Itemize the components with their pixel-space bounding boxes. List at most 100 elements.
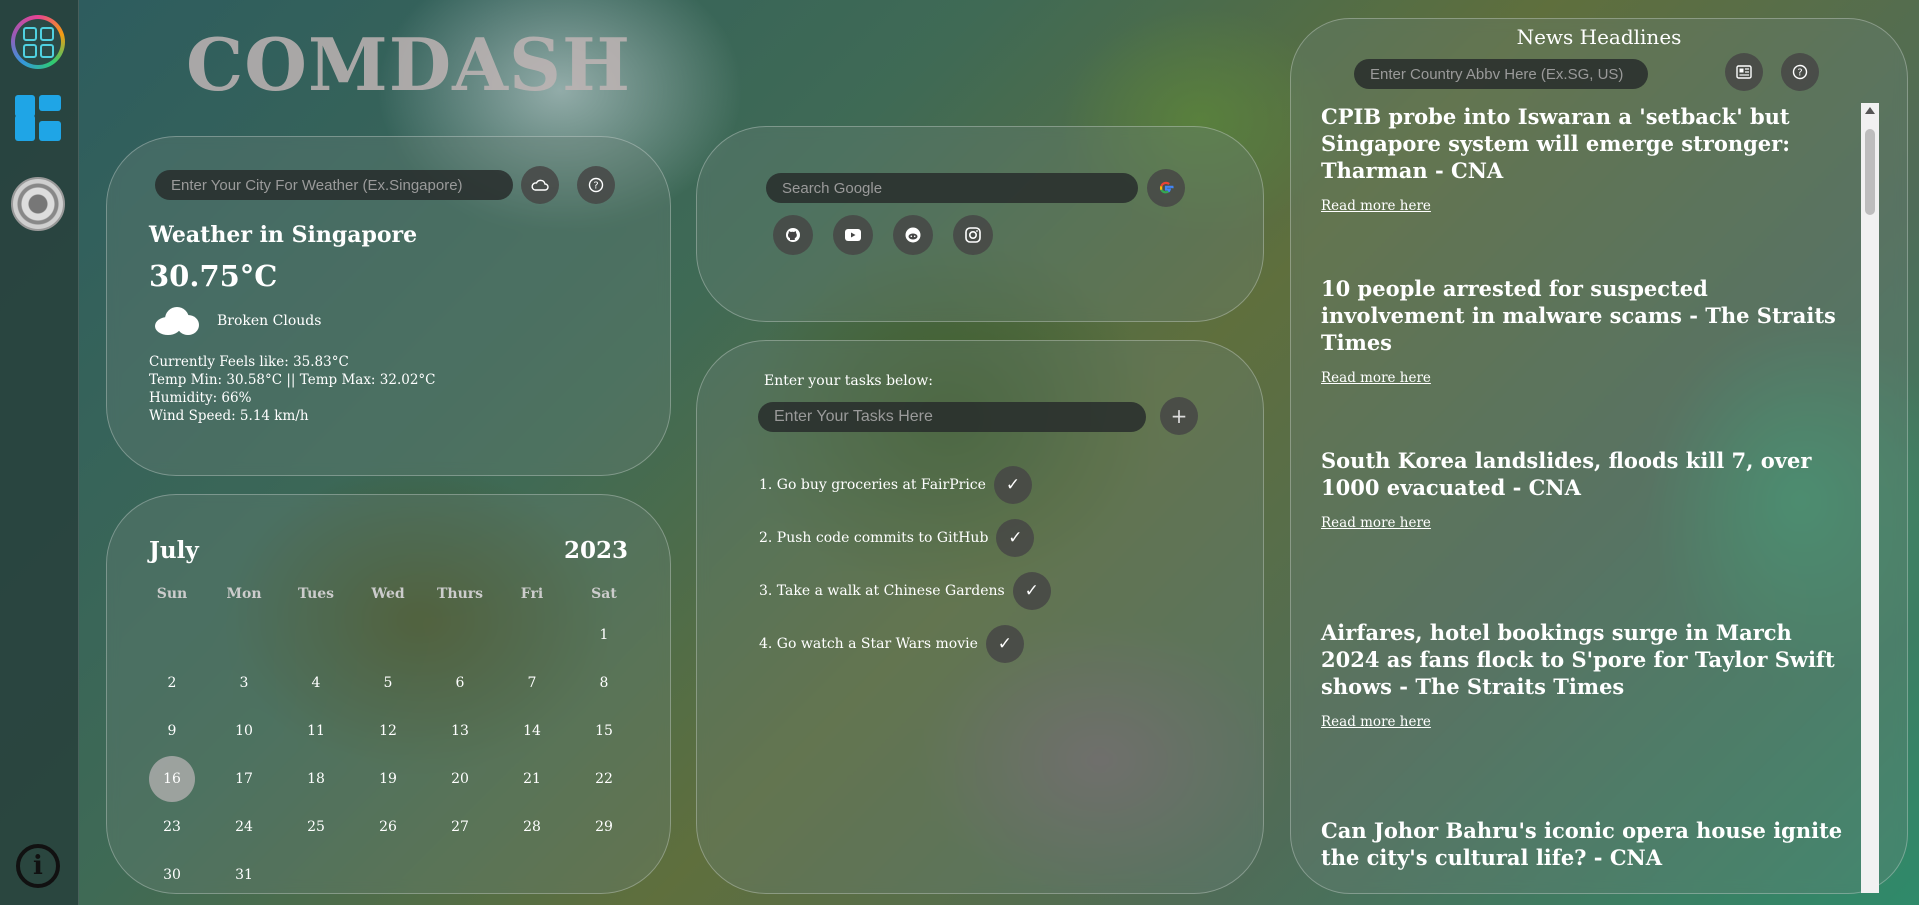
news-headline: South Korea landslides, floods kill 7, o… — [1321, 448, 1812, 500]
weather-panel: ? Weather in Singapore 30.75°C Broken Cl… — [106, 136, 671, 476]
calendar-day[interactable]: 14 — [496, 707, 568, 755]
calendar-day-number: 27 — [451, 819, 469, 835]
news-headline: CPIB probe into Iswaran a 'setback' but … — [1321, 104, 1790, 183]
calendar-month: July — [149, 537, 199, 564]
calendar-day[interactable]: 11 — [280, 707, 352, 755]
calendar-day[interactable]: 22 — [568, 755, 640, 803]
calendar-day[interactable]: 18 — [280, 755, 352, 803]
calendar-day[interactable]: 13 — [424, 707, 496, 755]
weather-temperature: 30.75°C — [149, 259, 278, 293]
svg-text:?: ? — [1797, 68, 1802, 79]
weekday-header: Mon — [226, 586, 262, 602]
info-icon[interactable]: i — [8, 836, 68, 896]
calendar-day-number: 22 — [595, 771, 613, 787]
news-item: South Korea landslides, floods kill 7, o… — [1321, 447, 1851, 531]
calendar-day[interactable]: 17 — [208, 755, 280, 803]
news-scrollbar[interactable] — [1861, 103, 1879, 893]
task-complete-button[interactable]: ✓ — [993, 466, 1032, 504]
dashboard-icon[interactable] — [8, 88, 68, 148]
calendar-day[interactable]: 2 — [136, 659, 208, 707]
calendar-day[interactable]: 29 — [568, 803, 640, 851]
help-icon: ? — [1792, 64, 1808, 80]
newspaper-icon — [1736, 65, 1752, 79]
read-more-link[interactable]: Read more here — [1321, 515, 1851, 531]
sidebar: i — [0, 0, 79, 905]
calendar-empty-cell — [280, 611, 352, 659]
calendar-day[interactable]: 28 — [496, 803, 568, 851]
calendar-day[interactable]: 8 — [568, 659, 640, 707]
news-headline: 10 people arrested for suspected involve… — [1321, 276, 1836, 355]
scroll-up-arrow-icon[interactable] — [1865, 107, 1875, 114]
calendar-day[interactable]: 20 — [424, 755, 496, 803]
task-text: 4. Go watch a Star Wars movie — [759, 636, 978, 652]
weather-city-input[interactable] — [155, 170, 513, 200]
add-task-button[interactable]: + — [1160, 397, 1198, 435]
task-complete-button[interactable]: ✓ — [1012, 572, 1051, 610]
task-complete-button[interactable]: ✓ — [985, 625, 1024, 663]
calendar-day[interactable]: 1 — [568, 611, 640, 659]
calendar-day[interactable]: 3 — [208, 659, 280, 707]
read-more-link[interactable]: Read more here — [1321, 370, 1851, 386]
calendar-empty-cell — [424, 611, 496, 659]
calendar-day[interactable]: 12 — [352, 707, 424, 755]
calendar-day[interactable]: 10 — [208, 707, 280, 755]
calendar-day[interactable]: 9 — [136, 707, 208, 755]
read-more-link[interactable]: Read more here — [1321, 714, 1851, 730]
calendar-day[interactable]: 25 — [280, 803, 352, 851]
google-icon — [1159, 181, 1174, 194]
weekday-header: Fri — [520, 586, 544, 602]
task-item: 3. Take a walk at Chinese Gardens ✓ — [759, 571, 1051, 611]
app-logo-icon[interactable] — [8, 12, 68, 72]
calendar-day[interactable]: 31 — [208, 851, 280, 899]
country-input[interactable] — [1354, 59, 1648, 89]
calendar-day-number: 15 — [595, 723, 613, 739]
calendar-day[interactable]: 27 — [424, 803, 496, 851]
weekday-header: Sat — [591, 586, 617, 602]
calendar-day-number: 4 — [311, 675, 321, 691]
calendar-day-today[interactable]: 16 — [136, 755, 208, 803]
calendar-day-number: 16 — [149, 756, 195, 802]
instagram-icon — [965, 227, 981, 243]
calendar-day-number: 21 — [523, 771, 541, 787]
weather-stats: Currently Feels like: 35.83°C Temp Min: … — [149, 353, 436, 425]
instagram-button[interactable] — [953, 215, 993, 255]
settings-gear-icon[interactable] — [8, 174, 68, 234]
calendar-day[interactable]: 6 — [424, 659, 496, 707]
calendar-day[interactable]: 24 — [208, 803, 280, 851]
calendar-day[interactable]: 5 — [352, 659, 424, 707]
calendar-day[interactable]: 21 — [496, 755, 568, 803]
youtube-button[interactable] — [833, 215, 873, 255]
task-input[interactable] — [758, 402, 1146, 432]
news-headline: Airfares, hotel bookings surge in March … — [1321, 620, 1835, 699]
temp-min-max: Temp Min: 30.58°C || Temp Max: 32.02°C — [149, 372, 436, 388]
news-headline: Can Johor Bahru's iconic opera house ign… — [1321, 818, 1843, 870]
weather-cloud-button[interactable] — [521, 166, 559, 204]
news-item: Airfares, hotel bookings surge in March … — [1321, 619, 1851, 730]
calendar-day[interactable]: 7 — [496, 659, 568, 707]
read-more-link[interactable]: Read more here — [1321, 198, 1851, 214]
weather-help-button[interactable]: ? — [577, 166, 615, 204]
calendar-day-number: 18 — [307, 771, 325, 787]
calendar-day[interactable]: 19 — [352, 755, 424, 803]
calendar-day[interactable]: 4 — [280, 659, 352, 707]
google-search-button[interactable] — [1147, 169, 1185, 207]
github-button[interactable] — [773, 215, 813, 255]
calendar-day-number: 25 — [307, 819, 325, 835]
calendar-day[interactable]: 30 — [136, 851, 208, 899]
reddit-button[interactable] — [893, 215, 933, 255]
calendar-day[interactable]: 26 — [352, 803, 424, 851]
calendar-day-number: 5 — [383, 675, 393, 691]
scrollbar-thumb[interactable] — [1865, 129, 1875, 215]
news-fetch-button[interactable] — [1725, 53, 1763, 91]
news-panel: News Headlines ? CPIB probe into Iswaran… — [1290, 18, 1908, 894]
task-complete-button[interactable]: ✓ — [996, 519, 1035, 557]
calendar-day-number: 12 — [379, 723, 397, 739]
google-search-input[interactable] — [766, 173, 1138, 203]
calendar-day[interactable]: 15 — [568, 707, 640, 755]
calendar-day[interactable]: 23 — [136, 803, 208, 851]
calendar-empty-cell — [208, 611, 280, 659]
help-icon: ? — [588, 177, 604, 193]
news-help-button[interactable]: ? — [1781, 53, 1819, 91]
weather-description: Broken Clouds — [217, 313, 322, 329]
task-item: 2. Push code commits to GitHub ✓ — [759, 518, 1035, 558]
